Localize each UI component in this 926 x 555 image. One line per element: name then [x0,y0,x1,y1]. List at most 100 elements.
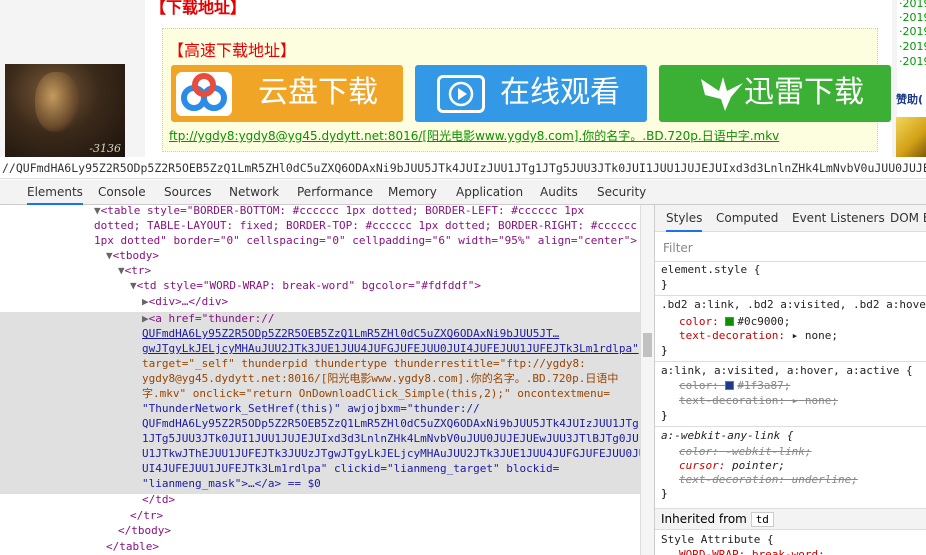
styles-pane[interactable]: Styles Computed Event Listeners DOM B Fi… [654,205,926,555]
property-name: color: [679,379,719,392]
dom-node-line: 1px dotted" border="0" cellspacing="0" c… [94,234,638,247]
expand-arrow-icon[interactable]: ▸ [792,329,799,342]
tab-sources[interactable]: Sources [164,180,211,205]
dom-node-line[interactable]: ▼<td style="WORD-WRAP: break-word" bgcol… [130,278,481,293]
style-property: cursor: pointer; [679,458,785,473]
thumbnail-figure [35,72,79,132]
year-link[interactable]: ·2019 [899,11,926,24]
year-link[interactable]: ·2019 [899,55,926,68]
online-watch-button[interactable]: 在线观看 [415,65,647,122]
dom-attr-line: 字.mkv" onclick="return OnDownloadClick_S… [142,387,610,400]
property-value: pointer; [731,459,785,472]
tab-styles[interactable]: Styles [666,205,703,232]
tab-performance[interactable]: Performance [297,180,373,205]
styles-filter-input[interactable]: Filter [663,239,923,257]
rule-selector[interactable]: element.style { [661,262,760,277]
ftp-download-link[interactable]: ftp://ygdy8:ygdy8@yg45.dydytt.net:8016/[… [169,127,779,144]
dom-attr-line: UI4JUFEJUU1JUFEJTk3Lm1rdlpa" clickid="li… [142,462,560,475]
color-swatch-icon[interactable] [725,317,735,326]
rule-close: } [661,344,668,357]
dom-node-line: dotted; TABLE-LAYOUT: fixed; BORDER-TOP:… [94,219,638,232]
property-value: none; [804,394,838,407]
style-rule [655,426,926,427]
dom-attr-line: U1JTkwJThEJUU1JUFEJTk3JUUzJTgwJTgyLkJELj… [142,447,640,460]
dom-attr-line[interactable]: gwJTgyLkJELjcyMHAuJUU2JTk3JUE1JUU4JUFGJU… [142,341,639,356]
elements-panel[interactable]: ▼<table style="BORDER-BOTTOM: #cccccc 1p… [0,205,640,555]
dom-attr-line: target="_self" thunderpid thundertype th… [142,357,586,370]
play-icon [437,75,485,113]
scrollbar-thumb[interactable] [643,333,652,357]
style-property[interactable]: text-decoration: ▸ none; [679,328,838,343]
dom-node-line[interactable]: </tbody> [118,523,171,538]
year-link[interactable]: ·2019 [899,25,926,38]
dom-attr-line: ygdy8@yg45.dydytt.net:8016/[阳光电影www.ygdy… [142,372,619,385]
rule-selector[interactable]: a:-webkit-any-link { [661,428,793,443]
dom-node-line[interactable]: ▶<a href="thunder:// [142,311,274,326]
tab-event-listeners[interactable]: Event Listeners [792,205,885,232]
style-property-overridden[interactable]: color: #1f3a87; [679,378,790,393]
expand-arrow-icon[interactable]: ▸ [792,394,799,407]
tab-computed[interactable]: Computed [716,205,778,232]
rule-close: } [661,487,668,500]
color-swatch-icon[interactable] [725,381,735,390]
dom-tr: <tr> [124,264,152,277]
elements-scrollbar[interactable] [640,205,654,555]
browser-window: { "webpage": { "download_heading": "【下载地… [0,0,926,555]
rule-close: } [661,278,668,291]
tab-network[interactable]: Network [229,180,279,205]
rule-close: } [661,409,668,422]
year-link[interactable]: ·2019 [899,40,926,53]
inherited-node-link[interactable]: td [750,512,774,527]
sponsor-image[interactable] [896,117,926,157]
tab-dom-breakpoints[interactable]: DOM B [890,205,926,232]
dom-attr-line: 1JTg5JUU3JTk0JUI1JUU1JUJEJUIxd3d3LnlnZHk… [142,432,639,445]
property-name: text-decoration: [679,329,785,342]
baidu-cloud-icon [176,72,232,116]
dom-node-line[interactable]: </table> [106,539,159,554]
dom-node-line[interactable]: ▼<tbody> [106,248,159,263]
download-heading: 【下载地址】 [150,0,247,17]
style-rule [655,361,926,362]
property-name: text-decoration: [679,473,785,486]
link-url-bar: //QUFmdHA6Ly95Z2R5ODp5Z2R5OEB5ZzQ1LmR5ZH… [0,157,926,179]
property-value: #1f3a87; [737,379,791,392]
dom-tbody: <tbody> [112,249,159,262]
tab-memory[interactable]: Memory [388,180,437,205]
year-link[interactable]: ·2019 [899,0,926,10]
online-watch-label: 在线观看 [500,75,620,110]
dom-attr-line: "lianmeng_mask">…</a> == $0 [142,477,321,490]
dom-node-line[interactable]: ▼<table style="BORDER-BOTTOM: #cccccc 1p… [94,205,584,218]
cloud-download-button[interactable]: 云盘下载 [171,65,403,122]
dom-node-line[interactable]: </tr> [130,508,163,523]
style-property-overridden[interactable]: text-decoration: ▸ none; [679,393,838,408]
dom-node-line[interactable]: ▶<div>…</div> [142,294,228,309]
property-value: none; [804,329,838,342]
sponsor-label: 赞助( [896,93,924,106]
property-name: cursor: [679,459,726,472]
tab-console[interactable]: Console [98,180,146,205]
thunder-download-label: 迅雷下载 [744,75,864,110]
dom-td: <td style="WORD-WRAP: break-word" bgcolo… [136,279,481,292]
thumbnail-image: -3136 [5,64,125,157]
rule-selector[interactable]: .bd2 a:link, .bd2 a:visited, .bd2 a:hove… [661,297,926,312]
dom-attr-line[interactable]: QUFmdHA6Ly95Z2R5ODp5Z2R5OEB5ZzQ1LmR5ZHl0… [142,326,559,341]
rule-selector[interactable]: a:link, a:visited, a:hover, a:active { [661,363,913,378]
property-name: color: [679,315,719,328]
tab-elements[interactable]: Elements [27,180,83,205]
tab-security[interactable]: Security [597,180,646,205]
dom-node-line[interactable]: ▼<tr> [118,263,151,278]
style-property[interactable]: color: #0c9000; [679,314,790,329]
rule-selector[interactable]: Style Attribute { [661,532,774,547]
tab-audits[interactable]: Audits [540,180,578,205]
webpage-area: -3136 【下载地址】 【高速下载地址】 云盘下载 在线观看 迅雷下载 ftp… [0,0,926,157]
thumbnail-damage-text: -3136 [89,142,121,155]
dom-node-line[interactable]: </td> [142,492,175,507]
property-value: underline; [791,473,858,486]
style-rule [655,295,926,296]
dom-attr-line: QUFmdHA6Ly95Z2R5ODp5Z2R5OEB5ZzQ1LmR5ZHl0… [142,417,640,430]
property-value: #0c9000; [737,315,791,328]
thunder-download-button[interactable]: 迅雷下载 [659,65,891,122]
dom-div: <div>…</div> [148,295,229,308]
style-property[interactable]: WORD-WRAP: break-word; [679,547,825,555]
tab-application[interactable]: Application [456,180,523,205]
